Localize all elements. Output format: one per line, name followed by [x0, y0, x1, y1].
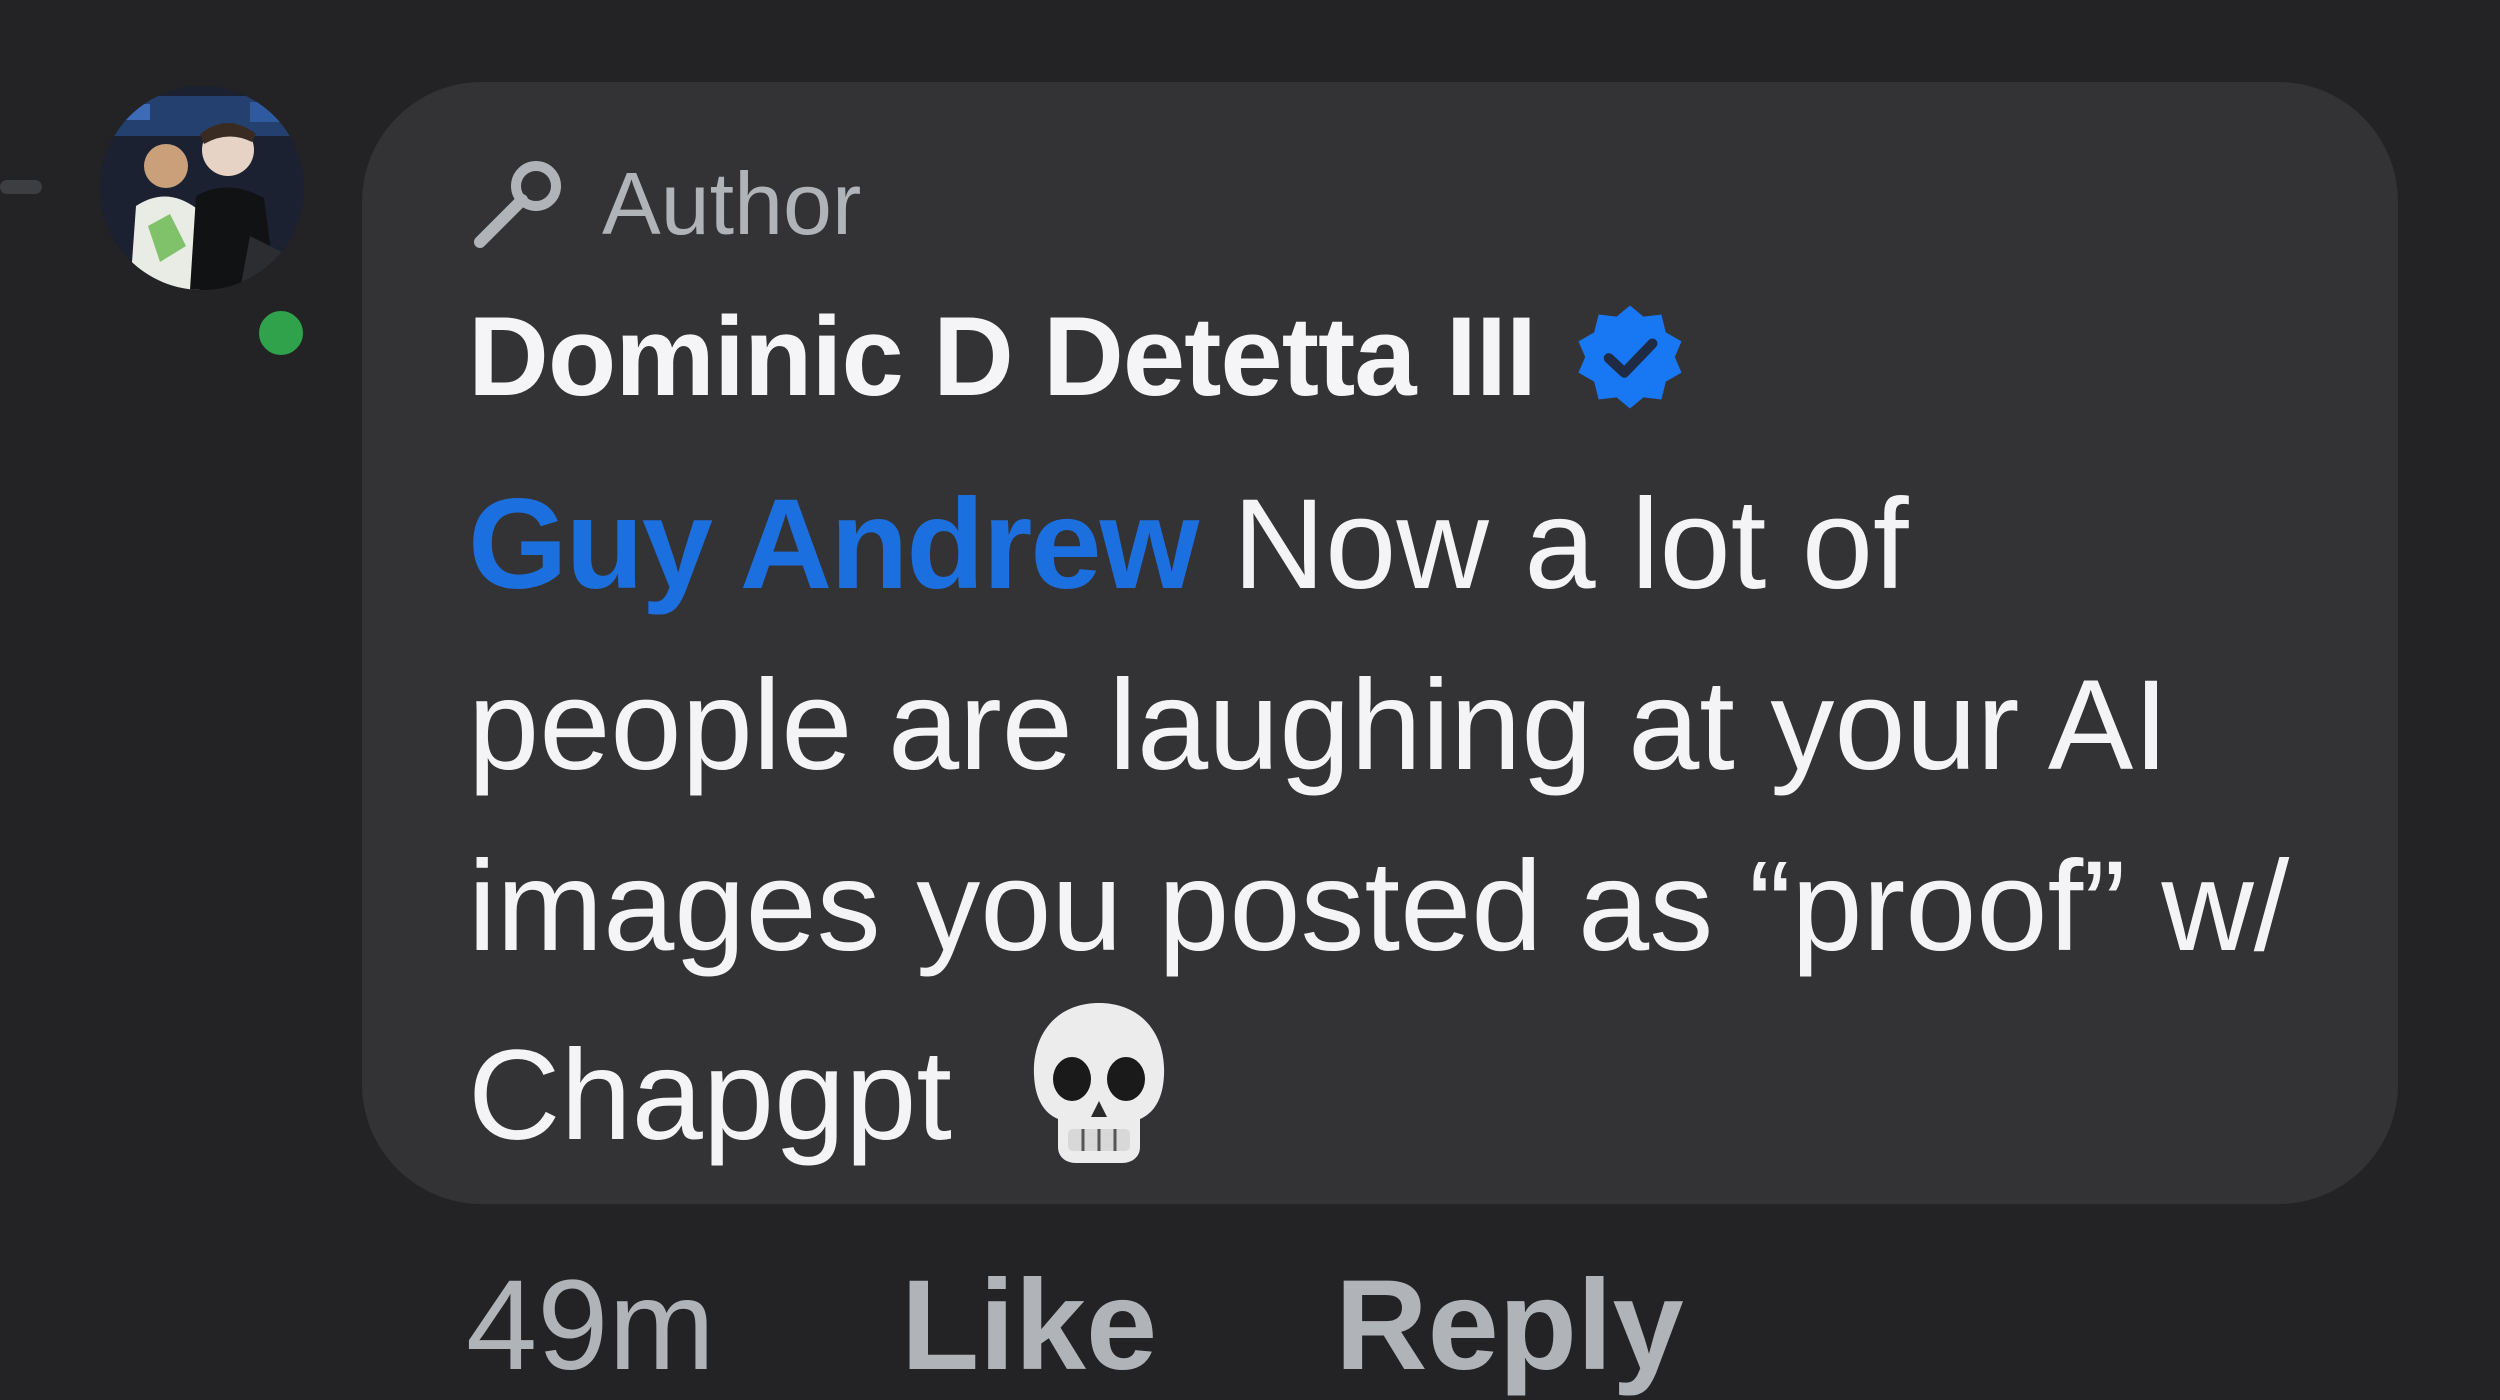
comment-actions: 49m Like Reply [466, 1262, 1684, 1390]
mention-link[interactable]: Guy Andrew [468, 473, 1199, 616]
commenter-avatar[interactable] [100, 86, 310, 362]
verified-badge-icon [1578, 305, 1682, 409]
online-status-dot [252, 304, 310, 362]
author-name-row: Dominic D Detetta III [468, 282, 1686, 432]
comment-timestamp[interactable]: 49m [466, 1262, 715, 1390]
microphone-icon [474, 161, 561, 248]
reply-button[interactable]: Reply [1335, 1262, 1684, 1390]
author-badge: Author [468, 150, 861, 258]
comment-bubble: Author Dominic D Detetta III Guy Andrew … [362, 82, 2398, 1204]
comment-text: Guy Andrew Now a lot of people are laugh… [468, 454, 2308, 1186]
author-name[interactable]: Dominic D Detetta III [468, 301, 1537, 413]
like-button[interactable]: Like [901, 1262, 1157, 1390]
skull-emoji-icon [1033, 1003, 1164, 1163]
thread-connector-line [0, 180, 42, 194]
author-badge-label: Author [602, 154, 862, 253]
avatar-photo [100, 86, 304, 290]
